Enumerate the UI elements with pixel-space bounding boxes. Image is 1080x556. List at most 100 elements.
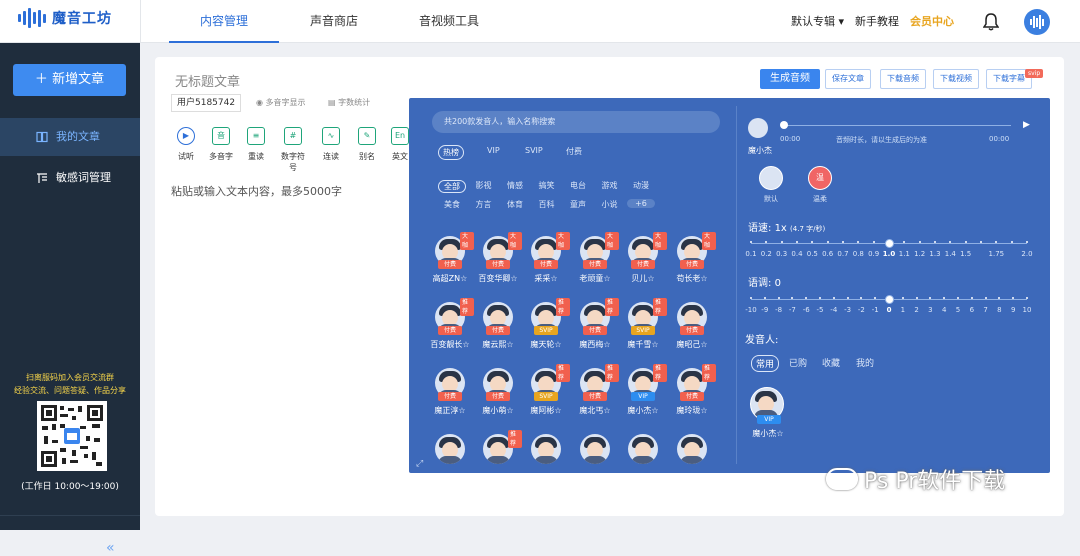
star-icon[interactable]: ☆: [550, 274, 557, 283]
star-icon[interactable]: ☆: [510, 274, 517, 283]
star-icon[interactable]: ☆: [554, 340, 561, 349]
category-categories_row2-0[interactable]: 美食: [438, 199, 466, 210]
tool-preview[interactable]: ▶ 试听: [171, 127, 201, 162]
star-icon[interactable]: ☆: [506, 406, 513, 415]
voice-card[interactable]: 大咖 付费 苟长老☆: [668, 232, 716, 298]
tool-stress[interactable]: ≡ 重读: [241, 127, 271, 162]
tutorial-link[interactable]: 新手教程: [855, 0, 899, 43]
voice-card[interactable]: [426, 434, 474, 473]
star-icon[interactable]: ☆: [647, 274, 654, 283]
voice-card[interactable]: 推荐: [474, 430, 522, 473]
speaker-tab-purchased[interactable]: 已购: [789, 356, 807, 369]
tab-voice-store[interactable]: 声音商店: [279, 0, 389, 43]
voice-card[interactable]: 付费 魔昭己☆: [668, 302, 716, 364]
tab-av-tools[interactable]: 音视频工具: [389, 0, 509, 43]
voice-card[interactable]: 大咖 付费 采采☆: [522, 232, 570, 298]
filter-tab-svip[interactable]: SVIP: [525, 146, 543, 155]
voice-search-input[interactable]: 共200款发音人，输入名称搜索: [432, 111, 720, 133]
category-categories_row2-6[interactable]: +6: [627, 199, 655, 208]
star-icon[interactable]: ☆: [554, 406, 561, 415]
app-logo[interactable]: 魔音工坊: [18, 8, 112, 28]
star-icon[interactable]: ☆: [462, 340, 469, 349]
category-categories_row2-3[interactable]: 百科: [533, 199, 561, 210]
star-icon[interactable]: ☆: [700, 274, 707, 283]
voice-card[interactable]: 推荐 SVIP 魔阿彬☆: [522, 364, 570, 430]
voice-card[interactable]: [522, 434, 570, 473]
voice-card[interactable]: 推荐 付费 魔西梅☆: [571, 298, 619, 364]
play-icon[interactable]: ▶: [1023, 120, 1030, 130]
voice-card[interactable]: 推荐 VIP 魔小杰☆: [619, 364, 667, 430]
save-article-button[interactable]: 保存文章: [825, 69, 871, 89]
category-categories_row2-2[interactable]: 体育: [501, 199, 529, 210]
user-avatar[interactable]: [1024, 9, 1050, 35]
mood-default[interactable]: 默认: [751, 166, 791, 204]
sidebar-item-sensitive-words[interactable]: 敏感词管理: [0, 159, 140, 197]
audio-progress-track[interactable]: [783, 125, 1011, 126]
voice-card[interactable]: 推荐 付费 魔北丐☆: [571, 364, 619, 430]
voice-card[interactable]: [668, 434, 716, 473]
speaker-tab-favorites[interactable]: 收藏: [822, 356, 840, 369]
album-dropdown[interactable]: 默认专辑 ▾: [791, 0, 844, 43]
voice-card[interactable]: [571, 434, 619, 473]
collapse-sidebar-icon[interactable]: «: [106, 540, 115, 556]
star-icon[interactable]: ☆: [776, 429, 783, 438]
speaker-tab-common[interactable]: 常用: [751, 355, 780, 372]
audio-progress-knob[interactable]: [780, 121, 788, 129]
star-icon[interactable]: ☆: [458, 406, 465, 415]
word-count-button[interactable]: ▤ 字数统计: [328, 97, 370, 108]
category-categories_row1-0[interactable]: 全部: [438, 180, 466, 193]
category-categories_row1-5[interactable]: 游戏: [596, 180, 624, 191]
slider-knob[interactable]: [885, 295, 894, 304]
speaker-tab-mine[interactable]: 我的: [856, 356, 874, 369]
expand-icon[interactable]: ⤢: [416, 459, 423, 469]
slider-knob[interactable]: [885, 239, 894, 248]
category-categories_row1-6[interactable]: 动漫: [627, 180, 655, 191]
voice-card[interactable]: 大咖 付费 百变华卿☆: [474, 232, 522, 298]
star-icon[interactable]: ☆: [700, 340, 707, 349]
generate-audio-button[interactable]: 生成音频: [760, 69, 820, 89]
voice-card[interactable]: 大咖 付费 老顽童☆: [571, 232, 619, 298]
tool-polyphone[interactable]: 音多音字: [206, 127, 236, 162]
star-icon[interactable]: ☆: [651, 340, 658, 349]
selected-speaker[interactable]: VIP 魔小杰☆: [749, 387, 799, 447]
filter-tab-vip[interactable]: VIP: [487, 146, 500, 155]
star-icon[interactable]: ☆: [651, 406, 658, 415]
category-categories_row1-1[interactable]: 影视: [470, 180, 498, 191]
voice-card[interactable]: 推荐 SVIP 魔天轮☆: [522, 298, 570, 364]
star-icon[interactable]: ☆: [506, 340, 513, 349]
category-categories_row1-4[interactable]: 电台: [564, 180, 592, 191]
voice-card[interactable]: 推荐 付费 魔玲珑☆: [668, 364, 716, 430]
download-audio-button[interactable]: 下载音频: [880, 69, 926, 89]
tool-alias[interactable]: ✎ 别名: [352, 127, 382, 162]
voice-card[interactable]: 推荐 付费 百变靓长☆: [426, 298, 474, 364]
category-categories_row2-4[interactable]: 童声: [564, 199, 592, 210]
tool-link-read[interactable]: ∿ 连读: [316, 127, 346, 162]
article-title-input[interactable]: 无标题文章: [175, 71, 240, 90]
category-categories_row2-5[interactable]: 小说: [596, 199, 624, 210]
voice-card[interactable]: 大咖 付费 高超ZN☆: [426, 232, 474, 298]
user-tag[interactable]: 用户5185742: [171, 94, 242, 112]
category-categories_row1-3[interactable]: 搞笑: [533, 180, 561, 191]
star-icon[interactable]: ☆: [603, 406, 610, 415]
filter-tab-paid[interactable]: 付费: [566, 146, 582, 157]
voice-card[interactable]: 付费 魔云熙☆: [474, 302, 522, 364]
star-icon[interactable]: ☆: [603, 274, 610, 283]
bell-icon[interactable]: [983, 13, 999, 31]
voice-card[interactable]: 付费 魔正淳☆: [426, 368, 474, 430]
download-video-button[interactable]: 下载视频: [933, 69, 979, 89]
category-categories_row2-1[interactable]: 方言: [470, 199, 498, 210]
voice-card[interactable]: 大咖 付费 贝儿☆: [619, 232, 667, 298]
polyphone-toggle[interactable]: ◉ 多音字显示: [256, 97, 306, 108]
voice-card[interactable]: 推荐 SVIP 魔千雪☆: [619, 298, 667, 364]
tab-content-management[interactable]: 内容管理: [169, 0, 279, 43]
article-text-area[interactable]: 粘贴或输入文本内容，最多5000字: [171, 183, 342, 199]
tool-number[interactable]: # 数字符号: [278, 127, 308, 173]
member-center-link[interactable]: 会员中心: [910, 0, 954, 43]
voice-card[interactable]: [619, 434, 667, 473]
speed-slider[interactable]: 0.1 0.2 0.3 0.4 0.5 0.6 0.7 0.8 0.9 1.0 1.1 1.2 1.3 1…: [745, 239, 1033, 258]
pitch-slider[interactable]: -10 -9 -8 -7 -6 -5 -4 -3 -2 -1 0 1 2 3 4 5 6 7 8 9 10: [745, 295, 1031, 314]
mood-gentle[interactable]: 温温柔: [800, 166, 840, 204]
new-article-button[interactable]: ＋ 新增文章: [13, 64, 126, 96]
filter-tab-hot[interactable]: 热榜: [438, 145, 464, 160]
star-icon[interactable]: ☆: [603, 340, 610, 349]
